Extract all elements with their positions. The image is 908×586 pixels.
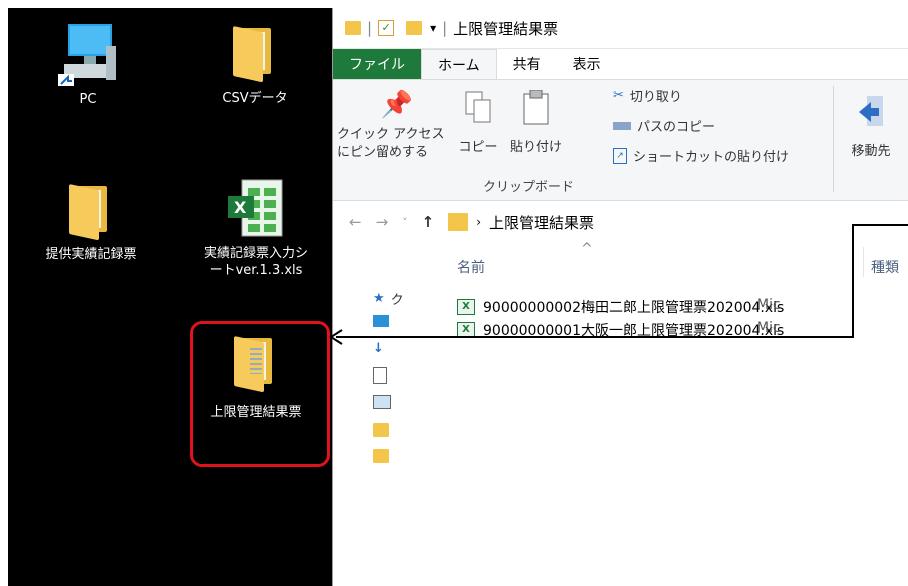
tab-view[interactable]: 表示 (557, 49, 617, 79)
move-to-icon (859, 96, 883, 126)
desktop-icon-csv-folder[interactable]: CSVデータ (210, 26, 300, 107)
desktop-icon-xls-file[interactable]: X 実績記録票入力シ ートver.1.3.xls (180, 178, 332, 279)
column-header-type[interactable]: 種類 (871, 257, 899, 277)
highlight-box (190, 321, 330, 467)
nav-item-desktop[interactable] (373, 315, 389, 327)
breadcrumb-folder[interactable]: 上限管理結果票 (489, 212, 594, 233)
ribbon-tabs: ファイル ホーム 共有 表示 (333, 49, 908, 79)
desktop-icon-label: CSVデータ (222, 91, 288, 106)
nav-item-folder[interactable] (373, 449, 389, 463)
desktop: PC CSVデータ 提供実績記録票 X 実績記録票入力シ ートver.1.3.x… (8, 8, 332, 586)
navigation-pane: ★ ク ↓ (333, 283, 441, 583)
excel-file-icon: X (228, 179, 283, 237)
nav-item-pictures[interactable] (373, 395, 391, 409)
file-type: Mic (757, 297, 781, 313)
nav-quick-access[interactable]: ★ ク (373, 289, 404, 308)
scissors-icon: ✂ (613, 88, 624, 103)
group-divider (833, 86, 834, 192)
desktop-icon-pc[interactable]: PC (48, 22, 128, 108)
tab-home[interactable]: ホーム (421, 49, 497, 79)
callout-line (336, 336, 854, 338)
callout-arrowhead-icon (329, 329, 343, 345)
tab-share[interactable]: 共有 (497, 49, 557, 79)
desktop-icon (373, 315, 389, 327)
desktop-icon-provision-folder[interactable]: 提供実績記録票 (16, 184, 166, 263)
clipboard-group-label: クリップボード (483, 180, 575, 195)
document-icon (373, 367, 387, 384)
move-to-button[interactable]: 移動先 (839, 94, 903, 159)
back-arrow-icon[interactable]: ← (349, 213, 362, 231)
title-bar: | ✓ ▾ | 上限管理結果票 (333, 8, 908, 49)
desktop-icon-label: 提供実績記録票 (45, 247, 137, 262)
pin-icon: 📌 (380, 90, 414, 120)
picture-icon (373, 395, 391, 409)
forward-arrow-icon[interactable]: → (376, 213, 389, 231)
computer-icon (58, 24, 116, 86)
folder-icon (233, 26, 277, 86)
breadcrumb[interactable]: › 上限管理結果票 (448, 212, 594, 233)
paste-icon (523, 89, 549, 125)
nav-item-folder[interactable] (373, 423, 389, 437)
nav-item-documents[interactable] (373, 367, 387, 384)
copy-path-icon (613, 121, 631, 130)
quick-access-toolbar-dropdown-icon[interactable]: ▾ (430, 21, 436, 35)
download-arrow-icon: ↓ (373, 341, 384, 356)
new-folder-icon[interactable] (406, 21, 423, 35)
shortcut-icon: ↗ (613, 147, 627, 164)
file-list: X 90000000002梅田二郎上限管理票202004.xls X 90000… (457, 295, 784, 341)
copy-icon (465, 91, 491, 123)
folder-icon (373, 449, 389, 463)
file-type: Mic (757, 320, 781, 336)
column-header-name[interactable]: 名前 (457, 257, 485, 277)
paste-shortcut-button[interactable]: ↗ ショートカットの貼り付け (613, 146, 789, 165)
desktop-icon-label: 実績記録票入力シ ートver.1.3.xls (203, 246, 308, 278)
ribbon: 📌 クイック アクセス にピン留めする コピー 貼り付け ✂ 切り取り パスのコ… (333, 79, 908, 201)
pin-quick-access-button[interactable]: 📌 クイック アクセス にピン留めする (337, 90, 457, 162)
column-divider[interactable] (863, 247, 864, 277)
copy-button[interactable]: コピー (455, 90, 501, 155)
breadcrumb-chevron-icon: › (476, 215, 482, 229)
cut-button[interactable]: ✂ 切り取り (613, 86, 682, 105)
nav-item-downloads[interactable]: ↓ (373, 341, 384, 356)
address-bar: ← → ˅ ↑ › 上限管理結果票 (333, 201, 908, 243)
desktop-icon-label: PC (79, 92, 97, 107)
excel-file-icon: X (457, 298, 475, 315)
tab-file[interactable]: ファイル (333, 49, 421, 79)
up-arrow-icon[interactable]: ↑ (422, 213, 435, 231)
star-icon: ★ (373, 291, 385, 306)
copy-path-button[interactable]: パスのコピー (613, 116, 715, 135)
file-name: 90000000002梅田二郎上限管理票202004.xls (483, 299, 785, 316)
folder-icon (69, 184, 113, 241)
properties-icon[interactable]: ✓ (378, 20, 395, 36)
callout-line (852, 224, 854, 338)
folder-icon (373, 423, 389, 437)
paste-button[interactable]: 貼り付け (501, 89, 571, 155)
folder-icon (448, 213, 469, 231)
window-title: 上限管理結果票 (453, 19, 559, 38)
folder-icon (345, 21, 361, 35)
svg-text:X: X (234, 198, 247, 217)
file-explorer-window: | ✓ ▾ | 上限管理結果票 ファイル ホーム 共有 表示 📌 クイック アク… (332, 8, 908, 586)
sort-ascending-icon: ^ (581, 241, 593, 257)
list-item[interactable]: X 90000000002梅田二郎上限管理票202004.xls (457, 295, 784, 318)
callout-line (854, 224, 908, 226)
recent-dropdown-icon[interactable]: ˅ (402, 216, 408, 229)
